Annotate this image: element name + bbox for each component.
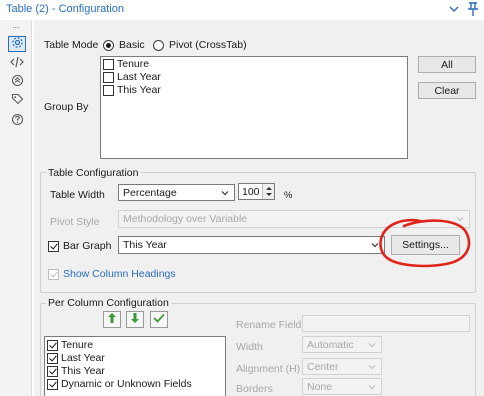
list-item[interactable]: Last Year — [45, 352, 225, 365]
group-by-checkbox[interactable] — [103, 59, 114, 70]
checkmark-icon — [153, 313, 165, 326]
chevron-down-icon — [367, 362, 377, 372]
settings-button[interactable]: Settings... — [391, 235, 460, 255]
window-title: Table (2) - Configuration — [6, 3, 125, 15]
list-item-label: This Year — [61, 365, 105, 377]
table-mode-label: Table Mode — [44, 39, 99, 51]
list-item-label: Dynamic or Unknown Fields — [61, 378, 192, 390]
column-checkbox[interactable] — [47, 340, 58, 351]
arrow-down-icon — [130, 312, 140, 327]
list-item-label: Tenure — [117, 58, 150, 70]
column-width-value: Automatic — [307, 339, 354, 351]
bar-graph-value: This Year — [123, 239, 167, 251]
alignment-label: Alignment (H) — [236, 363, 301, 375]
all-button[interactable]: All — [418, 56, 476, 73]
tag-icon — [11, 93, 24, 109]
table-configuration-title: Table Configuration — [46, 167, 141, 179]
column-checkbox[interactable] — [47, 366, 58, 377]
move-up-button[interactable] — [103, 311, 121, 328]
basic-radio[interactable] — [103, 40, 114, 51]
connection-icon — [11, 74, 24, 90]
list-item-label: Last Year — [117, 71, 161, 83]
borders-label: Borders — [236, 383, 273, 395]
chevron-down-icon — [367, 340, 377, 350]
borders-select[interactable]: None — [302, 378, 382, 395]
sidebar-item-annotation[interactable] — [8, 93, 26, 109]
chevron-down-icon — [455, 214, 465, 224]
column-width-label: Width — [236, 341, 263, 353]
check-all-button[interactable] — [150, 311, 168, 328]
help-icon — [11, 113, 24, 129]
bar-graph-label[interactable]: Bar Graph — [63, 240, 111, 252]
per-column-configuration-title: Per Column Configuration — [46, 297, 171, 309]
table-width-stepper[interactable]: 100 — [238, 183, 275, 200]
show-column-headings-checkbox[interactable] — [48, 269, 59, 280]
pivot-style-select[interactable]: Methodology over Variable — [118, 210, 470, 228]
table-width-select[interactable]: Percentage — [118, 184, 235, 201]
bar-graph-select[interactable]: This Year — [118, 236, 385, 254]
list-item-label: This Year — [117, 84, 161, 96]
pivot-style-value: Methodology over Variable — [123, 213, 248, 225]
move-down-button[interactable] — [126, 311, 144, 328]
group-by-checkbox[interactable] — [103, 72, 114, 83]
arrow-up-icon — [107, 312, 117, 327]
pin-icon[interactable] — [466, 1, 480, 17]
list-item[interactable]: Last Year — [101, 71, 407, 84]
configuration-panel: Table Mode Basic Pivot (CrossTab) Group … — [34, 20, 484, 396]
list-item[interactable]: Tenure — [45, 339, 225, 352]
gear-icon — [11, 36, 24, 52]
column-width-select[interactable]: Automatic — [302, 336, 382, 353]
sidebar: ... — [0, 20, 32, 396]
group-by-label: Group By — [44, 101, 89, 113]
percent-unit-label: % — [284, 190, 293, 201]
chevron-down-icon — [370, 240, 380, 250]
list-item[interactable]: Tenure — [101, 58, 407, 71]
rename-field-input[interactable] — [302, 315, 470, 332]
chevron-down-icon[interactable] — [448, 2, 460, 16]
pivot-style-label: Pivot Style — [50, 216, 100, 228]
more-icon[interactable]: ... — [12, 21, 24, 30]
borders-value: None — [307, 381, 333, 393]
pivot-radio[interactable] — [153, 40, 164, 51]
column-list[interactable]: Tenure Last Year This Year Dynamic or Un… — [44, 336, 226, 396]
chevron-down-icon — [220, 188, 230, 198]
table-width-value: Percentage — [123, 187, 177, 199]
sidebar-item-code[interactable] — [8, 55, 26, 71]
title-bar: Table (2) - Configuration — [0, 0, 484, 20]
bar-graph-checkbox[interactable] — [48, 241, 59, 252]
alignment-select[interactable]: Center — [302, 358, 382, 375]
show-column-headings-label[interactable]: Show Column Headings — [63, 268, 176, 280]
sidebar-item-configuration[interactable] — [8, 36, 26, 52]
rename-field-label: Rename Field — [236, 319, 302, 331]
group-by-list[interactable]: Tenure Last Year This Year — [100, 56, 408, 159]
chevron-down-icon — [367, 382, 377, 392]
group-by-checkbox[interactable] — [103, 85, 114, 96]
code-icon — [10, 56, 24, 71]
list-item-label: Tenure — [61, 339, 94, 351]
sidebar-item-connections[interactable] — [8, 74, 26, 90]
pivot-radio-label[interactable]: Pivot (CrossTab) — [169, 39, 247, 51]
list-item[interactable]: This Year — [45, 365, 225, 378]
alignment-value: Center — [307, 361, 339, 373]
list-item-label: Last Year — [61, 352, 105, 364]
list-item[interactable]: This Year — [101, 84, 407, 97]
column-checkbox[interactable] — [47, 353, 58, 364]
table-width-label: Table Width — [50, 189, 105, 201]
table-width-number: 100 — [242, 186, 260, 198]
basic-radio-label[interactable]: Basic — [119, 39, 145, 51]
list-item[interactable]: Dynamic or Unknown Fields — [45, 378, 225, 391]
sidebar-item-help[interactable] — [8, 113, 26, 129]
column-checkbox[interactable] — [47, 379, 58, 390]
clear-button[interactable]: Clear — [418, 82, 476, 99]
stepper-arrows[interactable] — [262, 184, 274, 199]
